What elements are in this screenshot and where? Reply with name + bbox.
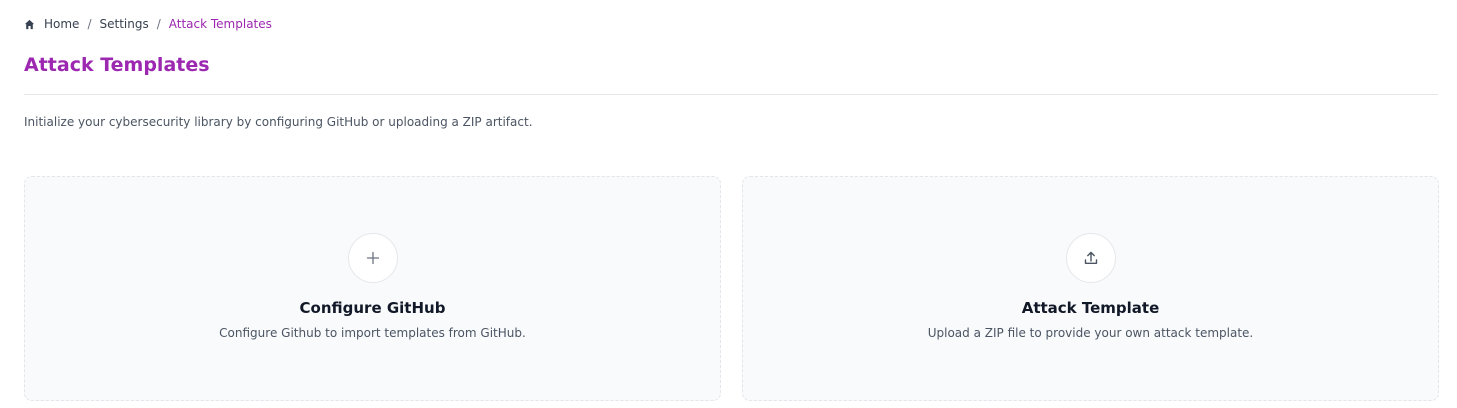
breadcrumb: Home / Settings / Attack Templates — [24, 17, 1438, 31]
attack-templates-page: Home / Settings / Attack Templates Attac… — [0, 17, 1457, 408]
card-title: Attack Template — [1021, 299, 1160, 317]
page-title: Attack Templates — [24, 54, 210, 76]
page-description: Initialize your cybersecurity library by… — [24, 115, 533, 129]
breadcrumb-home-link[interactable]: Home — [44, 17, 79, 31]
card-description: Configure Github to import templates fro… — [219, 326, 526, 340]
plus-icon — [347, 233, 398, 283]
breadcrumb-separator: / — [87, 17, 92, 31]
breadcrumb-settings-link[interactable]: Settings — [99, 17, 148, 31]
card-description: Upload a ZIP file to provide your own at… — [927, 326, 1254, 340]
breadcrumb-separator: / — [156, 17, 161, 31]
home-icon[interactable] — [24, 18, 36, 30]
title-divider — [24, 94, 1438, 95]
action-cards: Configure GitHub Configure Github to imp… — [24, 176, 1439, 401]
card-title: Configure GitHub — [299, 299, 446, 317]
configure-github-card[interactable]: Configure GitHub Configure Github to imp… — [24, 176, 721, 401]
breadcrumb-current: Attack Templates — [168, 17, 272, 31]
upload-attack-template-card[interactable]: Attack Template Upload a ZIP file to pro… — [742, 176, 1439, 401]
upload-icon — [1065, 233, 1116, 283]
